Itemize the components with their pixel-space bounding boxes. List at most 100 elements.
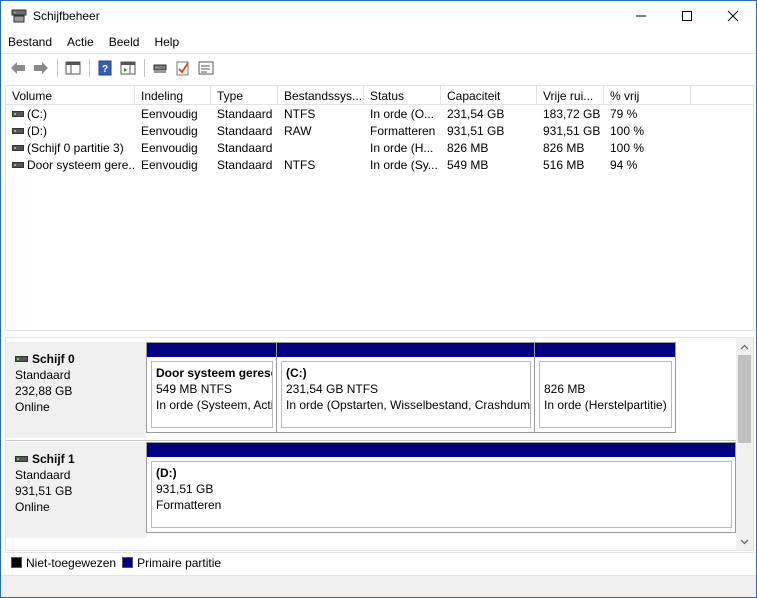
- disk-name: Schijf 1: [15, 452, 146, 466]
- partition-area: (D:) 931,51 GB Formatteren: [146, 442, 736, 533]
- partition-status: In orde (Systeem, Acti: [156, 398, 273, 412]
- type-cell: Standaard: [217, 141, 273, 155]
- free-space-cell: 931,51 GB: [543, 124, 601, 138]
- partition-system-reserved[interactable]: Door systeem gerese 549 MB NTFS In orde …: [147, 343, 277, 432]
- disk-graphical-view[interactable]: Schijf 0 Standaard 232,88 GB Online Door…: [5, 337, 754, 551]
- free-space-cell: 183,72 GB: [543, 107, 601, 121]
- column-header-percent-vrij[interactable]: % vrij: [604, 86, 691, 105]
- column-header-indeling[interactable]: Indeling: [135, 86, 211, 105]
- percent-free-cell: 94 %: [610, 158, 638, 172]
- volume-list[interactable]: Volume Indeling Type Bestandssys... Stat…: [5, 85, 754, 331]
- type-cell: Standaard: [217, 158, 273, 172]
- volume-name: (D:): [27, 124, 47, 138]
- menu-help[interactable]: Help: [147, 32, 187, 54]
- legend-unallocated: Niet-toegewezen: [26, 555, 117, 570]
- menu-beeld[interactable]: Beeld: [102, 32, 148, 54]
- properties-icon: [198, 61, 214, 74]
- properties-button[interactable]: [195, 57, 217, 79]
- minimize-button[interactable]: [618, 1, 664, 31]
- partition-bar: [147, 443, 735, 457]
- forward-button[interactable]: [30, 57, 52, 79]
- disk-management-window: Schijfbeheer Bestand Actie Beeld Help ? …: [0, 0, 757, 598]
- volume-list-header: Volume Indeling Type Bestandssys... Stat…: [6, 86, 753, 105]
- show-hide-console-tree-icon: [65, 61, 81, 74]
- menu-bar: Bestand Actie Beeld Help: [1, 32, 756, 54]
- scroll-up-button[interactable]: [736, 338, 753, 355]
- volume-row[interactable]: (D:) Eenvoudig Standaard RAW Formatteren…: [6, 123, 753, 140]
- check-button[interactable]: [172, 57, 194, 79]
- volume-icon: [12, 145, 24, 151]
- partition-recovery[interactable]: 826 MB In orde (Herstelpartitie): [535, 343, 675, 432]
- filesystem-cell: NTFS: [284, 158, 316, 172]
- graphical-view-scrollbar[interactable]: [736, 338, 753, 550]
- column-header-vrije-ruimte[interactable]: Vrije rui...: [537, 86, 604, 105]
- partition-size: 931,51 GB: [156, 482, 214, 496]
- capacity-cell: 826 MB: [447, 141, 489, 155]
- partition-d[interactable]: (D:) 931,51 GB Formatteren: [147, 443, 735, 532]
- column-header-bestandssysteem[interactable]: Bestandssys...: [278, 86, 364, 105]
- partition-area: Door systeem gerese 549 MB NTFS In orde …: [146, 342, 676, 433]
- toolbar-separator: [57, 58, 58, 77]
- partition-name: [544, 365, 671, 381]
- disk-state: Online: [15, 400, 50, 414]
- back-button[interactable]: [7, 57, 29, 79]
- column-header-volume[interactable]: Volume: [6, 86, 135, 105]
- column-header-status[interactable]: Status: [364, 86, 441, 105]
- disk-icon: [15, 356, 28, 362]
- toolbar: ?: [1, 55, 756, 80]
- partition-body: Door systeem gerese 549 MB NTFS In orde …: [151, 361, 273, 428]
- show-hide-action-pane-button[interactable]: [117, 57, 139, 79]
- volume-row[interactable]: (Schijf 0 partitie 3) Eenvoudig Standaar…: [6, 140, 753, 157]
- column-header-filler: [691, 86, 753, 105]
- volume-row[interactable]: (C:) Eenvoudig Standaard NTFS In orde (O…: [6, 106, 753, 123]
- disk-separator: [6, 440, 737, 441]
- indeling-cell: Eenvoudig: [141, 141, 198, 155]
- column-header-capaciteit[interactable]: Capaciteit: [441, 86, 537, 105]
- close-button[interactable]: [710, 1, 756, 31]
- scroll-down-button[interactable]: [736, 533, 753, 550]
- help-button[interactable]: ?: [94, 57, 116, 79]
- window-title: Schijfbeheer: [33, 9, 100, 23]
- capacity-cell: 231,54 GB: [447, 107, 505, 121]
- close-icon: [727, 10, 739, 22]
- scroll-thumb[interactable]: [738, 355, 751, 443]
- filesystem-cell: RAW: [284, 124, 312, 138]
- disk-label-schijf-1[interactable]: Schijf 1 Standaard 931,51 GB Online: [6, 442, 146, 538]
- minimize-icon: [636, 15, 646, 17]
- maximize-button[interactable]: [664, 1, 710, 31]
- indeling-cell: Eenvoudig: [141, 158, 198, 172]
- column-header-type[interactable]: Type: [211, 86, 278, 105]
- legend-primary: Primaire partitie: [137, 555, 222, 570]
- partition-size: 231,54 GB NTFS: [286, 382, 379, 396]
- volume-icon: [12, 111, 24, 117]
- free-space-cell: 516 MB: [543, 158, 585, 172]
- volume-name: (Schijf 0 partitie 3): [27, 141, 124, 155]
- status-cell: In orde (O...: [370, 107, 435, 121]
- toolbar-separator: [89, 58, 90, 77]
- menu-actie[interactable]: Actie: [60, 32, 102, 54]
- disk-name-text: Schijf 1: [32, 452, 75, 466]
- partition-c[interactable]: (C:) 231,54 GB NTFS In orde (Opstarten, …: [277, 343, 535, 432]
- connect-disk-button[interactable]: [149, 57, 171, 79]
- disk-type: Standaard: [15, 468, 71, 482]
- disk-type: Standaard: [15, 368, 71, 382]
- show-hide-console-tree-button[interactable]: [62, 57, 84, 79]
- percent-free-cell: 100 %: [610, 141, 645, 155]
- disk-size: 232,88 GB: [15, 384, 73, 398]
- title-bar[interactable]: Schijfbeheer: [1, 1, 756, 32]
- partition-size: 826 MB: [544, 382, 586, 396]
- chevron-up-icon: [740, 344, 749, 349]
- partition-bar: [277, 343, 534, 357]
- volume-cell: Door systeem gere...: [6, 157, 135, 174]
- volume-name: (C:): [27, 107, 47, 121]
- capacity-cell: 549 MB: [447, 158, 489, 172]
- legend: Niet-toegewezen Primaire partitie: [5, 552, 754, 572]
- help-icon: ?: [98, 60, 112, 75]
- volume-row[interactable]: Door systeem gere... Eenvoudig Standaard…: [6, 157, 753, 174]
- disk-label-schijf-0[interactable]: Schijf 0 Standaard 232,88 GB Online: [6, 342, 146, 438]
- partition-body: 826 MB In orde (Herstelpartitie): [539, 361, 672, 428]
- menu-bestand[interactable]: Bestand: [1, 32, 60, 54]
- partition-name: (D:): [156, 466, 177, 480]
- partition-status: Formatteren: [156, 498, 222, 512]
- toolbar-separator: [144, 58, 145, 77]
